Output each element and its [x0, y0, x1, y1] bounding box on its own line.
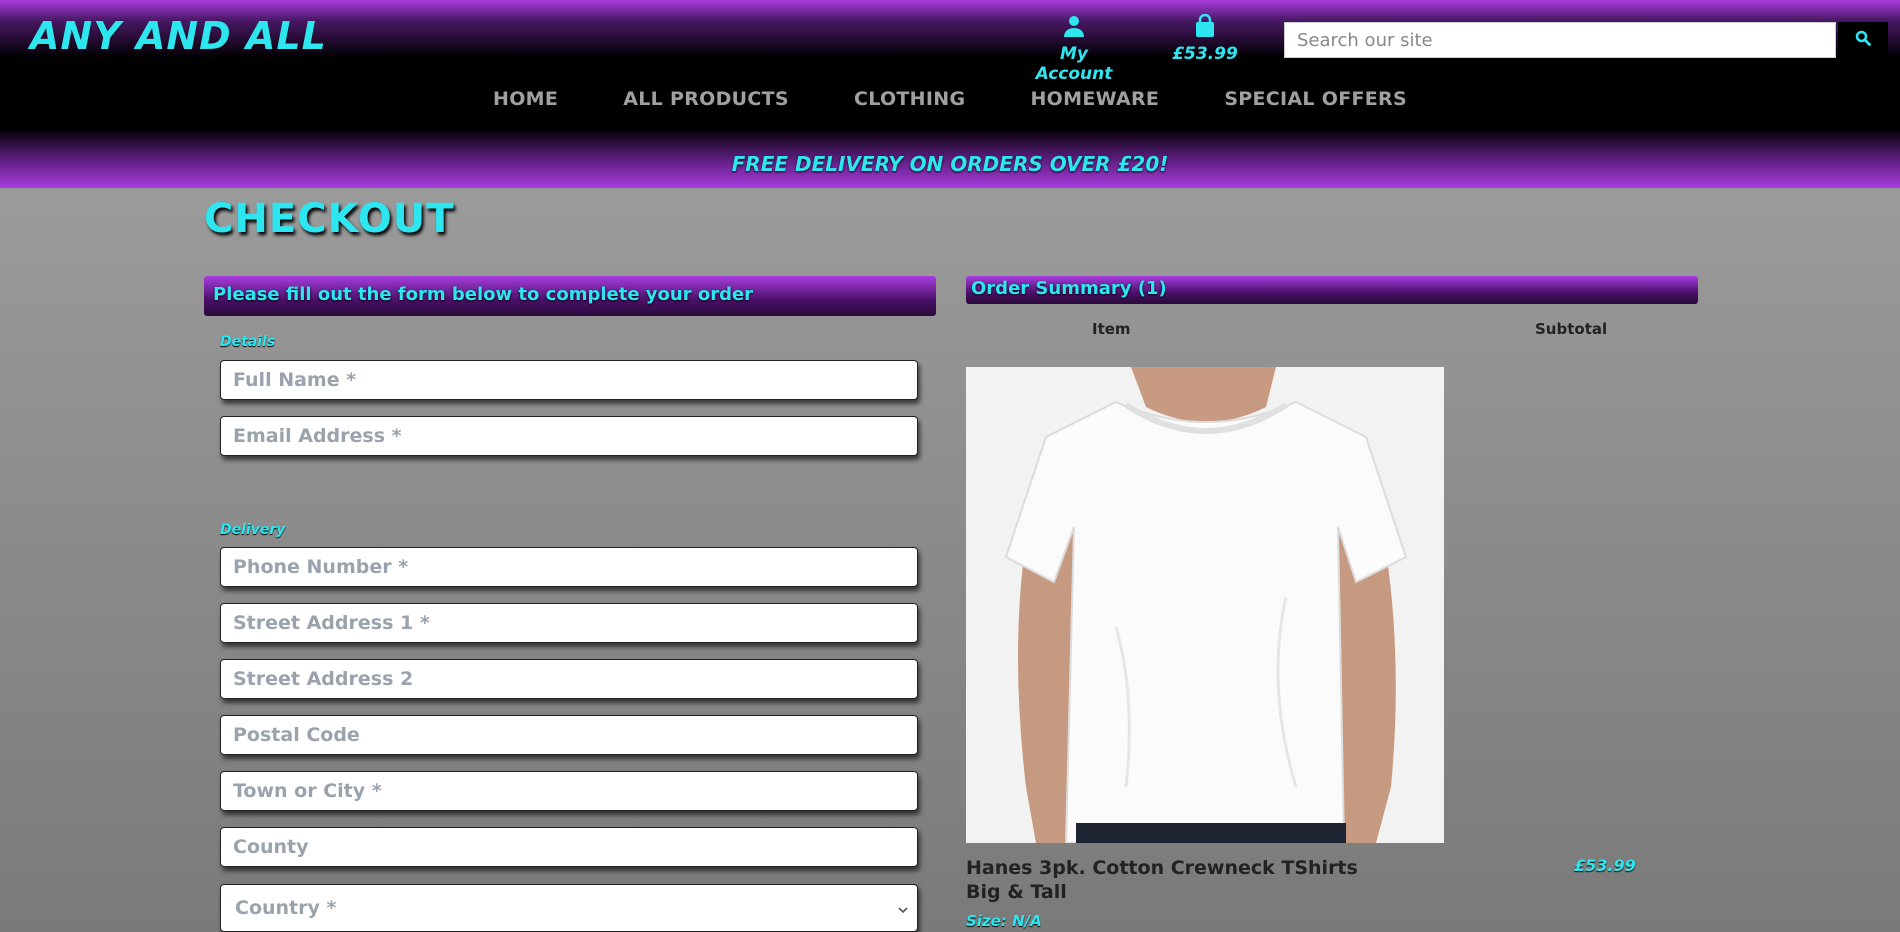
order-summary-heading: Order Summary (1): [966, 276, 1698, 304]
product-size: Size: N/A: [966, 912, 1042, 930]
shopping-bag-icon: [1194, 13, 1216, 42]
search-icon: [1855, 30, 1871, 50]
site-header: ANY AND ALL My Account £53.99 HOME ALL P…: [0, 0, 1900, 188]
phone-field[interactable]: [220, 547, 918, 587]
country-select-value: Country *: [235, 897, 337, 919]
nav-all-products[interactable]: ALL PRODUCTS: [623, 88, 789, 110]
my-account-link[interactable]: My Account: [1020, 14, 1128, 84]
bag-total: £53.99: [1172, 44, 1238, 64]
product-name[interactable]: Hanes 3pk. Cotton Crewneck TShirts Big &…: [966, 856, 1386, 904]
county-field[interactable]: [220, 827, 918, 867]
email-field[interactable]: [220, 416, 918, 456]
town-city-field[interactable]: [220, 771, 918, 811]
postal-code-field[interactable]: [220, 715, 918, 755]
product-image: [966, 367, 1444, 843]
page-title: CHECKOUT: [204, 196, 455, 242]
search-button[interactable]: [1838, 22, 1888, 58]
nav-special-offers[interactable]: SPECIAL OFFERS: [1224, 88, 1407, 110]
country-select[interactable]: Country *: [220, 884, 918, 932]
delivery-legend: Delivery: [220, 522, 286, 538]
brand-logo[interactable]: ANY AND ALL: [30, 14, 327, 58]
nav-homeware[interactable]: HOMEWARE: [1030, 88, 1159, 110]
divider: [204, 258, 1698, 259]
nav-clothing[interactable]: CLOTHING: [854, 88, 965, 110]
product-subtotal: £53.99: [1574, 856, 1636, 875]
item-column-header: Item: [1092, 320, 1131, 338]
bag-link[interactable]: £53.99: [1168, 13, 1242, 64]
form-heading: Please fill out the form below to comple…: [204, 276, 936, 316]
street-address-1-field[interactable]: [220, 603, 918, 643]
subtotal-column-header: Subtotal: [1535, 320, 1608, 338]
details-legend: Details: [220, 334, 276, 350]
full-name-field[interactable]: [220, 360, 918, 400]
my-account-label: My Account: [1035, 44, 1113, 84]
street-address-2-field[interactable]: [220, 659, 918, 699]
chevron-down-icon: [897, 899, 909, 921]
main-nav: HOME ALL PRODUCTS CLOTHING HOMEWARE SPEC…: [0, 88, 1900, 110]
user-icon: [1062, 16, 1086, 42]
search-input[interactable]: [1284, 22, 1836, 58]
nav-home[interactable]: HOME: [493, 88, 558, 110]
delivery-banner: FREE DELIVERY ON ORDERS OVER £20!: [731, 152, 1169, 176]
